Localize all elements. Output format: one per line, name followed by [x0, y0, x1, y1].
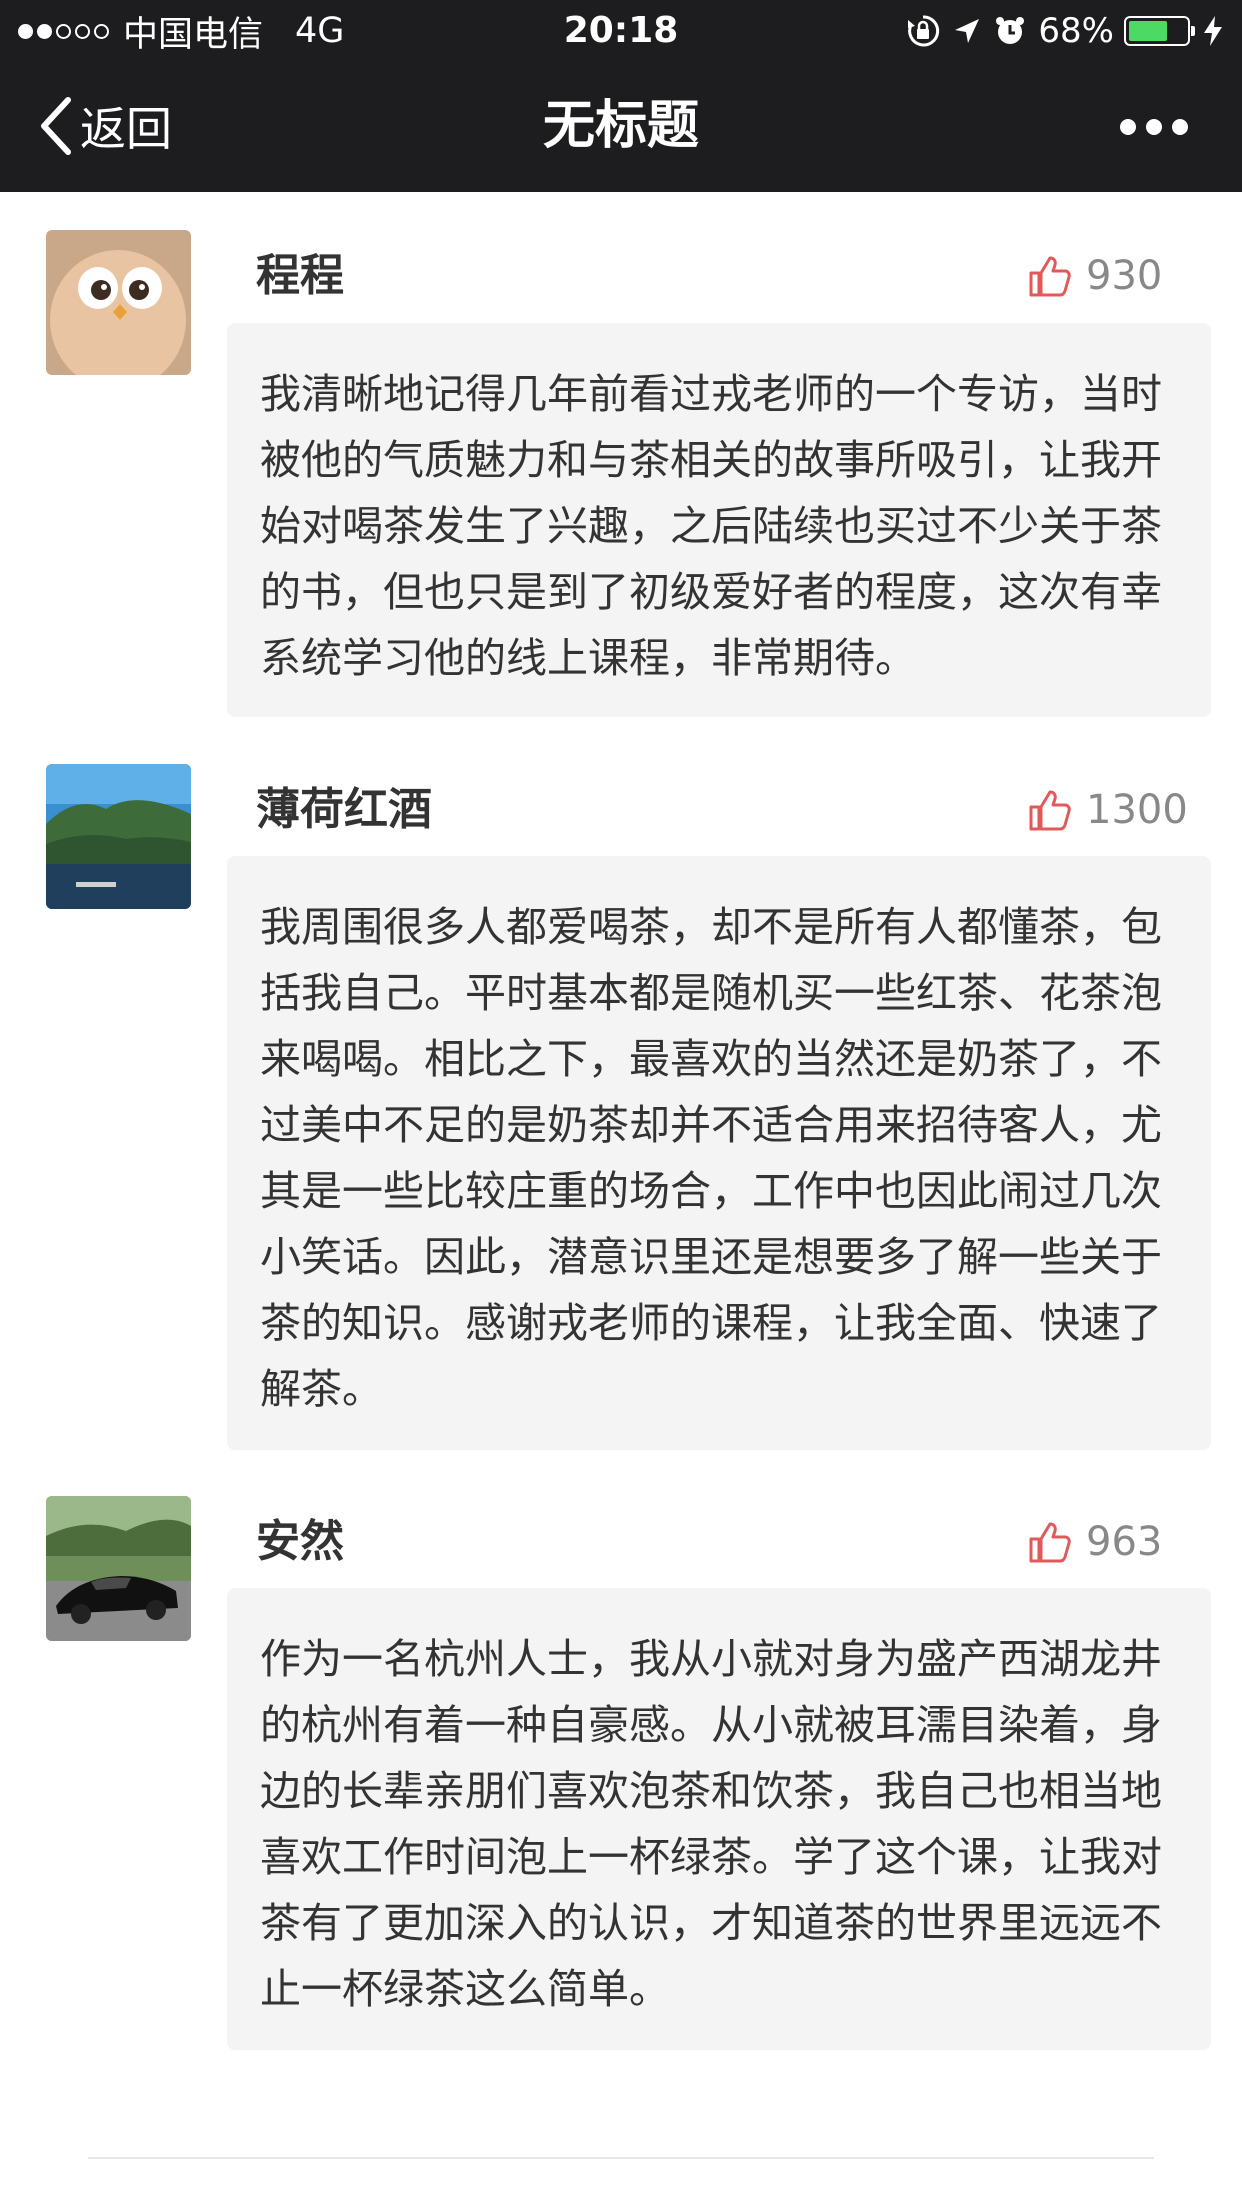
like-button[interactable]: 930 [1028, 242, 1162, 310]
owl-avatar-image [46, 230, 191, 375]
location-arrow-icon [955, 19, 980, 43]
comment-text: 我周围很多人都爱喝茶，却不是所有人都懂茶，包括我自己。平时基本都是随机买一些红茶… [227, 856, 1211, 1450]
avatar[interactable] [46, 230, 191, 375]
like-button[interactable]: 1300 [1028, 776, 1188, 844]
thumbs-up-icon [1029, 790, 1071, 831]
thumbs-up-icon [1029, 1522, 1071, 1563]
battery-icon [1124, 16, 1195, 46]
divider [88, 2157, 1154, 2159]
more-button[interactable] [1110, 107, 1188, 147]
charging-bolt-icon [1204, 16, 1222, 46]
page-title: 无标题 [542, 96, 699, 156]
comment-text: 我清晰地记得几年前看过戎老师的一个专访，当时被他的气质魅力和与茶相关的故事所吸引… [227, 323, 1211, 717]
status-right: 68% [906, 8, 1224, 54]
username: 安然 [256, 1516, 344, 1567]
battery-level [1129, 21, 1168, 41]
alarm-clock-icon [996, 17, 1025, 44]
status-bar: 中国电信 4G 20:18 68% [0, 0, 1242, 62]
username: 薄荷红酒 [256, 784, 432, 835]
thumbs-up-icon [1029, 256, 1071, 297]
avatar[interactable] [46, 764, 191, 909]
more-dots-icon [1120, 119, 1136, 135]
like-count: 1300 [1086, 787, 1188, 833]
comment-text: 作为一名杭州人士，我从小就对身为盛产西湖龙井的杭州有着一种自豪感。从小就被耳濡目… [227, 1588, 1211, 2050]
landscape-avatar-image [46, 764, 191, 909]
like-count: 963 [1086, 1519, 1163, 1565]
sports-car-avatar-image [46, 1496, 191, 1641]
avatar[interactable] [46, 1496, 191, 1641]
like-button[interactable]: 963 [1028, 1508, 1162, 1576]
rotation-lock-icon [908, 15, 940, 47]
username: 程程 [256, 250, 344, 301]
battery-percent: 68% [1038, 11, 1114, 51]
like-count: 930 [1086, 253, 1163, 299]
navigation-bar: 返回 无标题 [0, 62, 1242, 192]
